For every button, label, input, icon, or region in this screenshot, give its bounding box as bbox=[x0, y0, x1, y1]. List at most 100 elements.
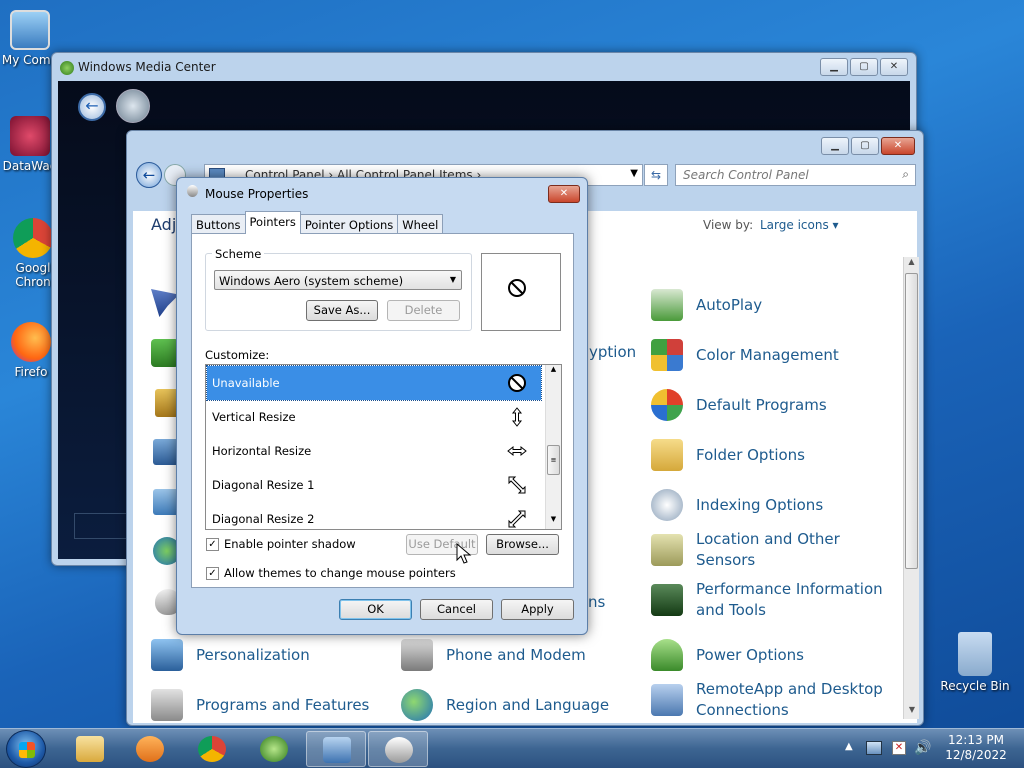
list-scrollbar[interactable]: ▲ ≡ ▼ bbox=[545, 365, 561, 529]
volume-icon[interactable]: 🔊 bbox=[914, 740, 931, 756]
pointer-list[interactable]: Unavailable Vertical Resize Horizontal R… bbox=[205, 364, 562, 530]
windows-logo-icon bbox=[19, 742, 35, 758]
network-icon[interactable] bbox=[866, 741, 882, 755]
indexing-options-item[interactable]: Indexing Options bbox=[651, 489, 823, 521]
network-label-partial[interactable]: ns bbox=[588, 593, 605, 611]
list-item[interactable]: Unavailable bbox=[206, 365, 542, 401]
scroll-down-icon[interactable]: ▼ bbox=[546, 515, 561, 529]
color-management-item[interactable]: Color Management bbox=[651, 339, 839, 371]
refresh-button[interactable]: ⇆ bbox=[644, 164, 668, 186]
search-input[interactable]: Search Control Panel ⌕ bbox=[675, 164, 916, 186]
list-item[interactable]: Diagonal Resize 1 bbox=[207, 468, 541, 502]
list-item[interactable]: Horizontal Resize bbox=[207, 434, 541, 468]
cancel-button[interactable]: Cancel bbox=[420, 599, 493, 620]
region-language-item[interactable]: Region and Language bbox=[401, 689, 609, 721]
backup-icon[interactable] bbox=[151, 339, 179, 367]
tab-pointers[interactable]: Pointers bbox=[244, 211, 301, 234]
clock[interactable]: 12:13 PM 12/8/2022 bbox=[936, 733, 1016, 763]
location-sensors-item[interactable]: Location and Other Sensors bbox=[651, 529, 886, 571]
performance-item[interactable]: Performance Information and Tools bbox=[651, 579, 896, 621]
action-center-icon[interactable]: ✕ bbox=[892, 741, 906, 755]
list-item[interactable]: Vertical Resize bbox=[207, 400, 541, 434]
color-management-icon bbox=[651, 339, 683, 371]
minimize-button[interactable]: ▁ bbox=[820, 58, 848, 76]
mouse-icon bbox=[385, 737, 413, 763]
default-programs-item[interactable]: Default Programs bbox=[651, 389, 827, 421]
scheme-select[interactable]: Windows Aero (system scheme) ▼ bbox=[214, 270, 462, 290]
window-title: Windows Media Center bbox=[78, 60, 216, 74]
allow-themes-checkbox[interactable]: ✓ bbox=[206, 567, 219, 580]
minimize-button[interactable]: ▁ bbox=[821, 137, 849, 155]
item-label: Region and Language bbox=[446, 695, 610, 714]
close-button[interactable]: ✕ bbox=[548, 185, 580, 203]
list-item[interactable]: Diagonal Resize 2 bbox=[207, 502, 541, 529]
view-by-dropdown[interactable]: Large icons ▾ bbox=[760, 218, 839, 232]
item-label: RemoteApp and Desktop Connections bbox=[696, 680, 883, 719]
maximize-button[interactable]: ▢ bbox=[850, 58, 878, 76]
desktop-icon-label: Googl Chron bbox=[15, 261, 51, 289]
tab-wheel[interactable]: Wheel bbox=[397, 214, 444, 234]
taskbar-control-panel[interactable] bbox=[306, 731, 366, 767]
ok-button[interactable]: OK bbox=[339, 599, 412, 620]
enable-shadow-checkbox[interactable]: ✓ bbox=[206, 538, 219, 551]
windows-logo-icon[interactable] bbox=[116, 89, 150, 123]
mouse-properties-dialog: Mouse Properties ✕ Buttons Pointers Poin… bbox=[176, 177, 588, 635]
horizontal-resize-icon bbox=[507, 445, 527, 457]
tab-strip: Buttons Pointers Pointer Options Wheel bbox=[191, 211, 444, 234]
desktop-icon-firefox[interactable]: Firefo bbox=[6, 322, 56, 379]
item-label: Personalization bbox=[196, 645, 310, 664]
pointer-name: Diagonal Resize 2 bbox=[212, 512, 315, 526]
mouse-cursor-icon bbox=[456, 543, 472, 564]
chevron-down-icon: ▼ bbox=[449, 275, 456, 284]
item-label: Power Options bbox=[696, 645, 804, 664]
tab-pointer-options[interactable]: Pointer Options bbox=[299, 214, 399, 234]
back-button[interactable]: ← bbox=[136, 162, 162, 188]
programs-features-item[interactable]: Programs and Features bbox=[151, 689, 369, 721]
apply-button[interactable]: Apply bbox=[501, 599, 574, 620]
indexing-icon bbox=[651, 489, 683, 521]
desktop-icon-recycle-bin[interactable]: Recycle Bin bbox=[938, 632, 1012, 693]
view-by-label: View by: bbox=[703, 218, 754, 232]
programs-icon bbox=[151, 689, 183, 721]
scroll-up-icon[interactable]: ▲ bbox=[546, 365, 561, 379]
item-label: Location and Other Sensors bbox=[696, 530, 840, 569]
remoteapp-item[interactable]: RemoteApp and Desktop Connections bbox=[651, 679, 896, 721]
start-button[interactable] bbox=[6, 730, 46, 768]
phone-modem-item[interactable]: Phone and Modem bbox=[401, 639, 586, 671]
power-options-item[interactable]: Power Options bbox=[651, 639, 804, 671]
scroll-up-icon[interactable]: ▲ bbox=[904, 257, 919, 271]
taskbar-explorer[interactable] bbox=[60, 731, 120, 767]
item-label: Indexing Options bbox=[696, 495, 824, 514]
maximize-button[interactable]: ▢ bbox=[851, 137, 879, 155]
delete-button[interactable]: Delete bbox=[387, 300, 460, 321]
personalization-item[interactable]: Personalization bbox=[151, 639, 310, 671]
clock-date: 12/8/2022 bbox=[945, 748, 1007, 762]
chevron-down-icon[interactable]: ▼ bbox=[630, 168, 638, 179]
unavailable-icon bbox=[508, 374, 526, 392]
pointer-preview bbox=[481, 253, 561, 331]
taskbar-media-center[interactable] bbox=[244, 731, 304, 767]
autoplay-item[interactable]: AutoPlay bbox=[651, 289, 762, 321]
pointer-name: Diagonal Resize 1 bbox=[212, 478, 315, 492]
show-hidden-icons-icon[interactable]: ▲ bbox=[845, 741, 853, 752]
save-as-button[interactable]: Save As... bbox=[306, 300, 378, 321]
action-center-icon[interactable] bbox=[151, 289, 179, 317]
scroll-thumb[interactable] bbox=[905, 273, 918, 569]
taskbar-chrome[interactable] bbox=[182, 731, 242, 767]
item-label: AutoPlay bbox=[696, 295, 763, 314]
scroll-thumb[interactable]: ≡ bbox=[547, 445, 560, 475]
taskbar-mouse-properties[interactable] bbox=[368, 731, 428, 767]
back-icon[interactable]: ← bbox=[78, 93, 106, 121]
taskbar-media-player[interactable] bbox=[120, 731, 180, 767]
desktop-icon-label: Firefo bbox=[14, 365, 48, 379]
folder-options-item[interactable]: Folder Options bbox=[651, 439, 805, 471]
scrollbar[interactable]: ▲ ▼ bbox=[903, 257, 919, 719]
phone-icon bbox=[401, 639, 433, 671]
close-button[interactable]: ✕ bbox=[881, 137, 915, 155]
scroll-down-icon[interactable]: ▼ bbox=[904, 705, 920, 719]
bitlocker-label-partial[interactable]: yption bbox=[589, 343, 636, 361]
browse-button[interactable]: Browse... bbox=[486, 534, 559, 555]
media-center-icon bbox=[60, 61, 74, 75]
close-button[interactable]: ✕ bbox=[880, 58, 908, 76]
tab-buttons[interactable]: Buttons bbox=[191, 214, 246, 234]
